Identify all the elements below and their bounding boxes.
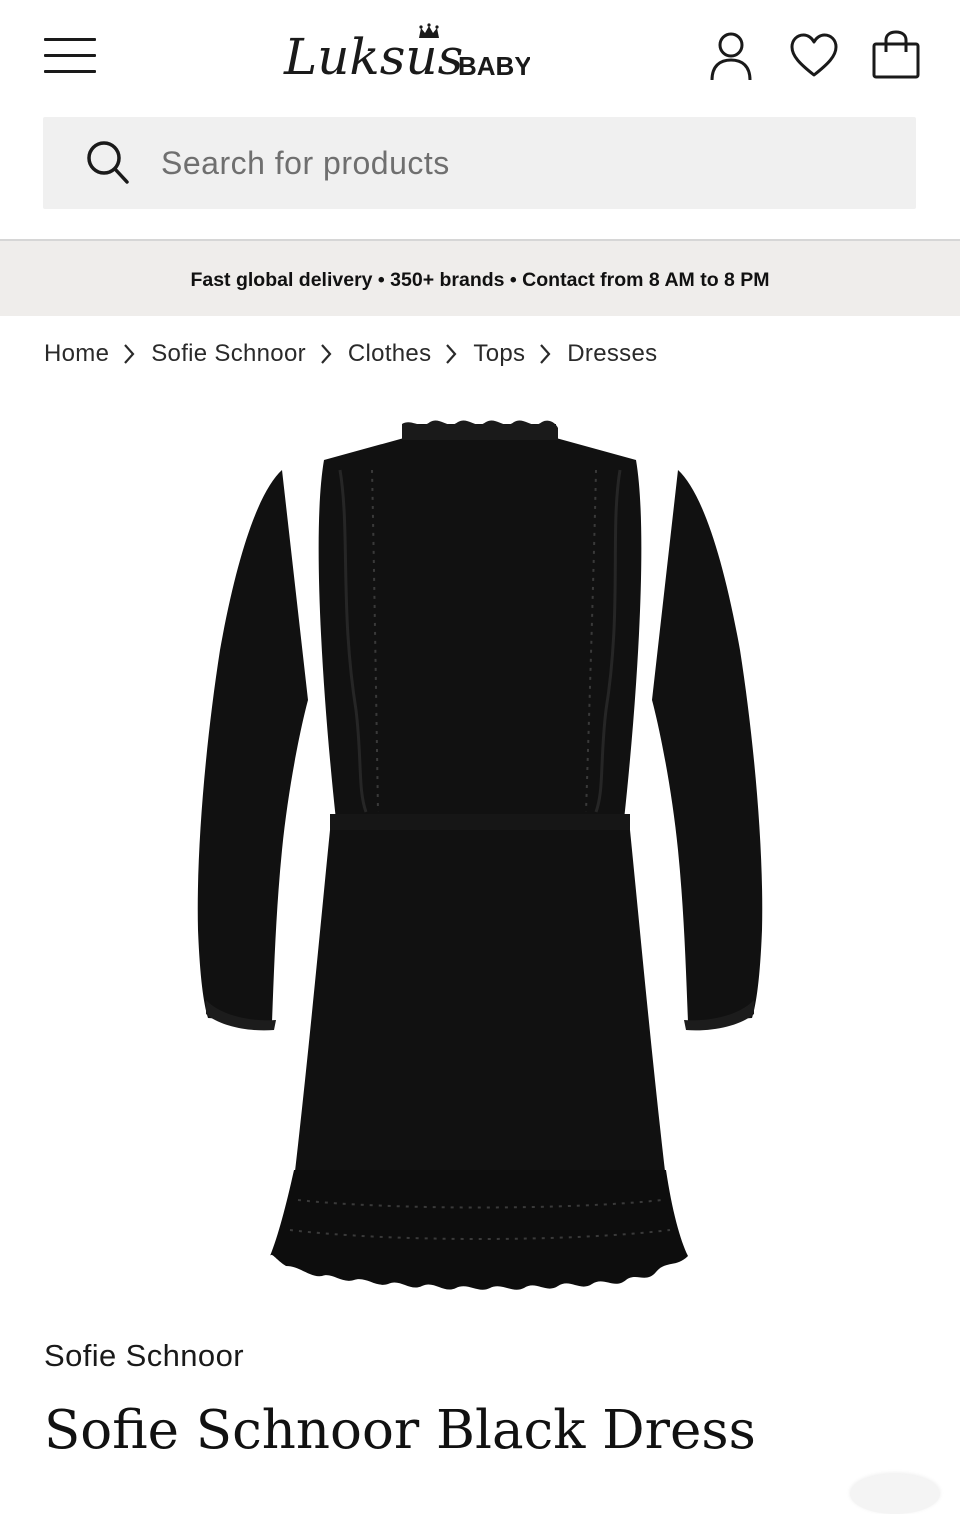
site-logo[interactable]: Luksus BABY bbox=[280, 16, 530, 92]
product-brand-link[interactable]: Sofie Schnoor bbox=[44, 1338, 244, 1374]
promo-banner: Fast global delivery • 350+ brands • Con… bbox=[0, 241, 960, 316]
wishlist-button[interactable] bbox=[786, 28, 842, 84]
dress-illustration bbox=[197, 420, 763, 1290]
chevron-right-icon bbox=[306, 342, 348, 366]
menu-line bbox=[44, 38, 96, 41]
search-input[interactable] bbox=[161, 139, 881, 187]
breadcrumb-dresses[interactable]: Dresses bbox=[567, 340, 657, 368]
menu-line bbox=[44, 54, 96, 57]
account-button[interactable] bbox=[704, 28, 760, 84]
site-header: Luksus BABY bbox=[0, 0, 960, 110]
breadcrumb: Home Sofie Schnoor Clothes Tops Dresses bbox=[44, 334, 657, 374]
chevron-right-icon bbox=[109, 342, 151, 366]
breadcrumb-clothes[interactable]: Clothes bbox=[348, 340, 431, 368]
hamburger-menu-button[interactable] bbox=[40, 34, 100, 78]
search-bar[interactable] bbox=[43, 117, 916, 209]
chevron-right-icon bbox=[431, 342, 473, 366]
product-title: Sofie Schnoor Black Dress bbox=[44, 1400, 756, 1461]
search-icon[interactable] bbox=[85, 139, 135, 189]
breadcrumb-tops[interactable]: Tops bbox=[473, 340, 525, 368]
chevron-right-icon bbox=[525, 342, 567, 366]
cart-button[interactable] bbox=[868, 28, 924, 84]
logo-suffix-text: BABY bbox=[458, 51, 530, 81]
chat-widget-button[interactable] bbox=[850, 1474, 940, 1514]
breadcrumb-brand[interactable]: Sofie Schnoor bbox=[151, 340, 306, 368]
heart-icon bbox=[790, 33, 838, 77]
logo-script-text: Luksus bbox=[283, 28, 463, 86]
promo-text: Fast global delivery • 350+ brands • Con… bbox=[190, 269, 770, 291]
user-icon bbox=[710, 32, 752, 81]
product-image[interactable] bbox=[190, 410, 770, 1300]
breadcrumb-home[interactable]: Home bbox=[44, 340, 109, 368]
shopping-bag-icon bbox=[872, 30, 920, 79]
menu-line bbox=[44, 70, 96, 73]
